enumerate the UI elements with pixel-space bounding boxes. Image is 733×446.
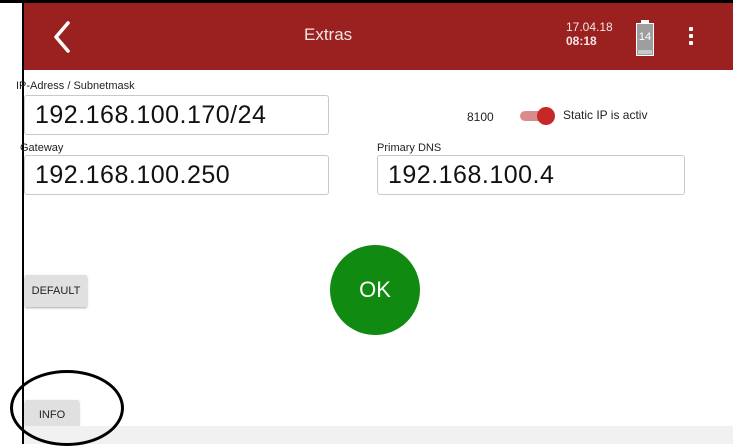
ip-label: IP-Adress / Subnetmask: [16, 80, 135, 92]
time-label: 08:18: [566, 34, 597, 48]
bottom-bar: [24, 426, 733, 444]
app-header: Extras 17.04.18 08:18 14: [24, 3, 733, 70]
ok-button[interactable]: OK: [330, 245, 420, 335]
back-button[interactable]: [46, 17, 80, 57]
date-label: 17.04.18: [566, 20, 613, 34]
battery-level: 14: [638, 31, 652, 43]
ip-address-field[interactable]: 192.168.100.170/24: [24, 95, 329, 135]
primary-dns-field[interactable]: 192.168.100.4: [377, 155, 685, 195]
more-vert-icon[interactable]: [684, 27, 698, 49]
page-title: Extras: [304, 25, 353, 44]
gateway-field[interactable]: 192.168.100.250: [24, 155, 329, 195]
static-ip-toggle[interactable]: [520, 107, 556, 125]
port-label: 8100: [467, 110, 494, 124]
default-button[interactable]: DEFAULT: [25, 275, 87, 307]
dns-label: Primary DNS: [377, 142, 442, 154]
gateway-label: Gateway: [20, 142, 64, 154]
chevron-left-icon: [54, 21, 70, 53]
battery-icon: 14: [636, 20, 654, 56]
datetime: 17.04.18 08:18: [566, 20, 613, 48]
static-ip-label: Static IP is activ: [563, 108, 648, 122]
